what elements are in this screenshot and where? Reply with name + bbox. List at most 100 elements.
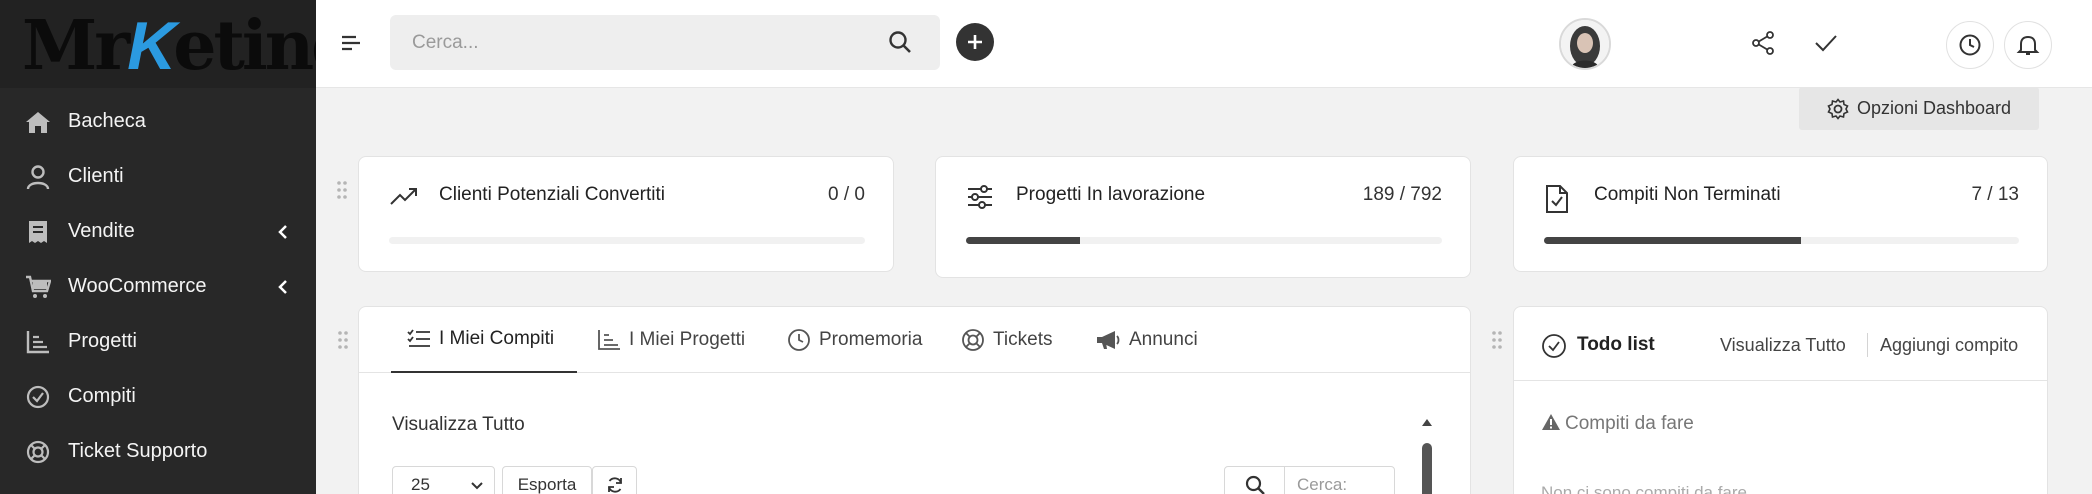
stat-value: 0 / 0 bbox=[828, 184, 865, 205]
todo-title: Todo list bbox=[1577, 334, 1655, 355]
table-search-icon-box[interactable] bbox=[1224, 466, 1285, 494]
check-circle-icon bbox=[1542, 334, 1566, 358]
chart-icon bbox=[598, 330, 620, 350]
view-all-link[interactable]: Visualizza Tutto bbox=[392, 414, 525, 436]
todo-section-title: Compiti da fare bbox=[1565, 413, 1694, 434]
stat-value: 7 / 13 bbox=[1971, 184, 2019, 205]
todo-header: Todo list Visualizza Tutto Aggiungi comp… bbox=[1514, 307, 2047, 381]
sidebar-item-vendite[interactable]: Vendite bbox=[0, 204, 316, 259]
tab-label: Promemoria bbox=[819, 329, 923, 350]
sidebar-nav: Bacheca Clienti Vendite WooCommerce Prog… bbox=[0, 94, 316, 479]
stat-card-tasks: Compiti Non Terminati 7 / 13 bbox=[1513, 156, 2048, 272]
check-circle-icon bbox=[24, 383, 52, 411]
stat-title: Clienti Potenziali Convertiti bbox=[439, 184, 665, 205]
stat-progress-fill bbox=[1544, 237, 1801, 244]
tab-announcements[interactable]: Annunci bbox=[1095, 307, 1198, 373]
stat-progress-fill bbox=[966, 237, 1081, 244]
sidebar-item-woocommerce[interactable]: WooCommerce bbox=[0, 259, 316, 314]
todo-panel: Todo list Visualizza Tutto Aggiungi comp… bbox=[1513, 306, 2048, 494]
tab-label: I Miei Progetti bbox=[629, 329, 746, 350]
chevron-left-icon[interactable] bbox=[278, 224, 288, 245]
check-icon[interactable] bbox=[1803, 20, 1849, 66]
chart-icon bbox=[24, 328, 52, 356]
file-check-icon bbox=[1544, 184, 1570, 219]
receipt-icon bbox=[24, 218, 52, 246]
tasks-panel: I Miei Compiti I Miei Progetti Promemori… bbox=[358, 306, 1471, 494]
sidebar-item-label: WooCommerce bbox=[68, 275, 207, 297]
tab-label: Annunci bbox=[1129, 329, 1198, 350]
sidebar-item-label: Vendite bbox=[68, 220, 135, 242]
todo-view-all-link[interactable]: Visualizza Tutto bbox=[1720, 335, 1846, 356]
refresh-icon bbox=[607, 477, 622, 493]
bell-icon[interactable] bbox=[2004, 21, 2052, 69]
sidebar-item-label: Bacheca bbox=[68, 110, 146, 132]
refresh-button[interactable] bbox=[592, 466, 637, 494]
megaphone-icon bbox=[1097, 331, 1120, 349]
logo-letter-k: K bbox=[127, 8, 176, 84]
lifebuoy-icon bbox=[24, 438, 52, 466]
sidebar-item-progetti[interactable]: Progetti bbox=[0, 314, 316, 369]
chevron-left-icon[interactable] bbox=[278, 279, 288, 300]
page-size-select[interactable]: 25 bbox=[392, 466, 495, 494]
clock-icon[interactable] bbox=[1946, 21, 1994, 69]
search-icon bbox=[1245, 475, 1265, 494]
dashboard-options-label: Opzioni Dashboard bbox=[1856, 98, 2012, 118]
scrollbar-thumb[interactable] bbox=[1422, 443, 1432, 494]
tab-my-tasks[interactable]: I Miei Compiti bbox=[391, 307, 577, 373]
sidebar-item-label: Clienti bbox=[68, 165, 124, 187]
scrollbar[interactable] bbox=[1421, 417, 1433, 494]
tab-label: I Miei Compiti bbox=[439, 328, 555, 349]
drag-handle-icon[interactable] bbox=[336, 180, 348, 200]
logo-text-suffix: eting bbox=[173, 6, 316, 86]
drag-handle-icon[interactable] bbox=[1491, 330, 1503, 350]
gear-icon bbox=[1827, 97, 1849, 120]
sidebar-item-label: Compiti bbox=[68, 385, 136, 407]
cart-icon bbox=[24, 273, 52, 301]
share-icon[interactable] bbox=[1740, 20, 1786, 66]
menu-icon[interactable] bbox=[340, 32, 362, 54]
export-label: Esporta bbox=[517, 475, 577, 494]
tasks-icon bbox=[407, 329, 430, 347]
table-search-input[interactable]: Cerca: bbox=[1284, 466, 1395, 494]
tab-reminders[interactable]: Promemoria bbox=[787, 307, 922, 373]
user-icon bbox=[24, 163, 52, 191]
tasks-tabs: I Miei Compiti I Miei Progetti Promemori… bbox=[359, 307, 1470, 373]
trending-up-icon bbox=[389, 184, 419, 215]
global-search bbox=[390, 15, 940, 70]
sidebar-item-bacheca[interactable]: Bacheca bbox=[0, 94, 316, 149]
brand-logo[interactable]: MrKeting bbox=[0, 0, 316, 88]
table-search-placeholder: Cerca: bbox=[1297, 475, 1348, 494]
stat-title: Compiti Non Terminati bbox=[1594, 184, 1781, 205]
page-size-value: 25 bbox=[411, 475, 430, 494]
search-input[interactable] bbox=[390, 15, 880, 70]
sidebar: MrKeting Bacheca Clienti Vendite bbox=[0, 0, 316, 494]
stat-card-leads: Clienti Potenziali Convertiti 0 / 0 bbox=[358, 156, 894, 272]
dashboard-options-button[interactable]: Opzioni Dashboard bbox=[1799, 87, 2039, 130]
logo-text: Mr bbox=[22, 6, 130, 86]
drag-handle-icon[interactable] bbox=[337, 330, 349, 350]
tab-tickets[interactable]: Tickets bbox=[961, 307, 1052, 373]
stat-value: 189 / 792 bbox=[1362, 184, 1442, 205]
export-button[interactable]: Esporta bbox=[502, 466, 592, 494]
home-icon bbox=[24, 108, 52, 136]
stat-title: Progetti In lavorazione bbox=[1016, 184, 1206, 205]
sidebar-item-label: Progetti bbox=[68, 330, 137, 352]
sidebar-item-compiti[interactable]: Compiti bbox=[0, 369, 316, 424]
sidebar-item-clienti[interactable]: Clienti bbox=[0, 149, 316, 204]
todo-empty-text: Non ci sono compiti da fare bbox=[1541, 483, 1747, 494]
add-task-link[interactable]: Aggiungi compito bbox=[1880, 335, 2018, 356]
lifebuoy-icon bbox=[962, 329, 984, 351]
plus-icon[interactable] bbox=[956, 23, 994, 61]
topbar bbox=[316, 0, 2092, 88]
avatar[interactable] bbox=[1559, 18, 1611, 70]
tab-my-projects[interactable]: I Miei Progetti bbox=[597, 307, 745, 373]
scroll-up-arrow-icon bbox=[1422, 419, 1432, 426]
sidebar-item-ticket-supporto[interactable]: Ticket Supporto bbox=[0, 424, 316, 479]
clock-icon bbox=[788, 329, 810, 351]
tab-label: Tickets bbox=[993, 329, 1053, 350]
search-icon[interactable] bbox=[888, 30, 912, 59]
stat-progress-bar bbox=[966, 237, 1442, 244]
stat-card-projects: Progetti In lavorazione 189 / 792 bbox=[935, 156, 1471, 278]
divider bbox=[1867, 333, 1868, 357]
chevron-down-icon bbox=[471, 482, 483, 490]
